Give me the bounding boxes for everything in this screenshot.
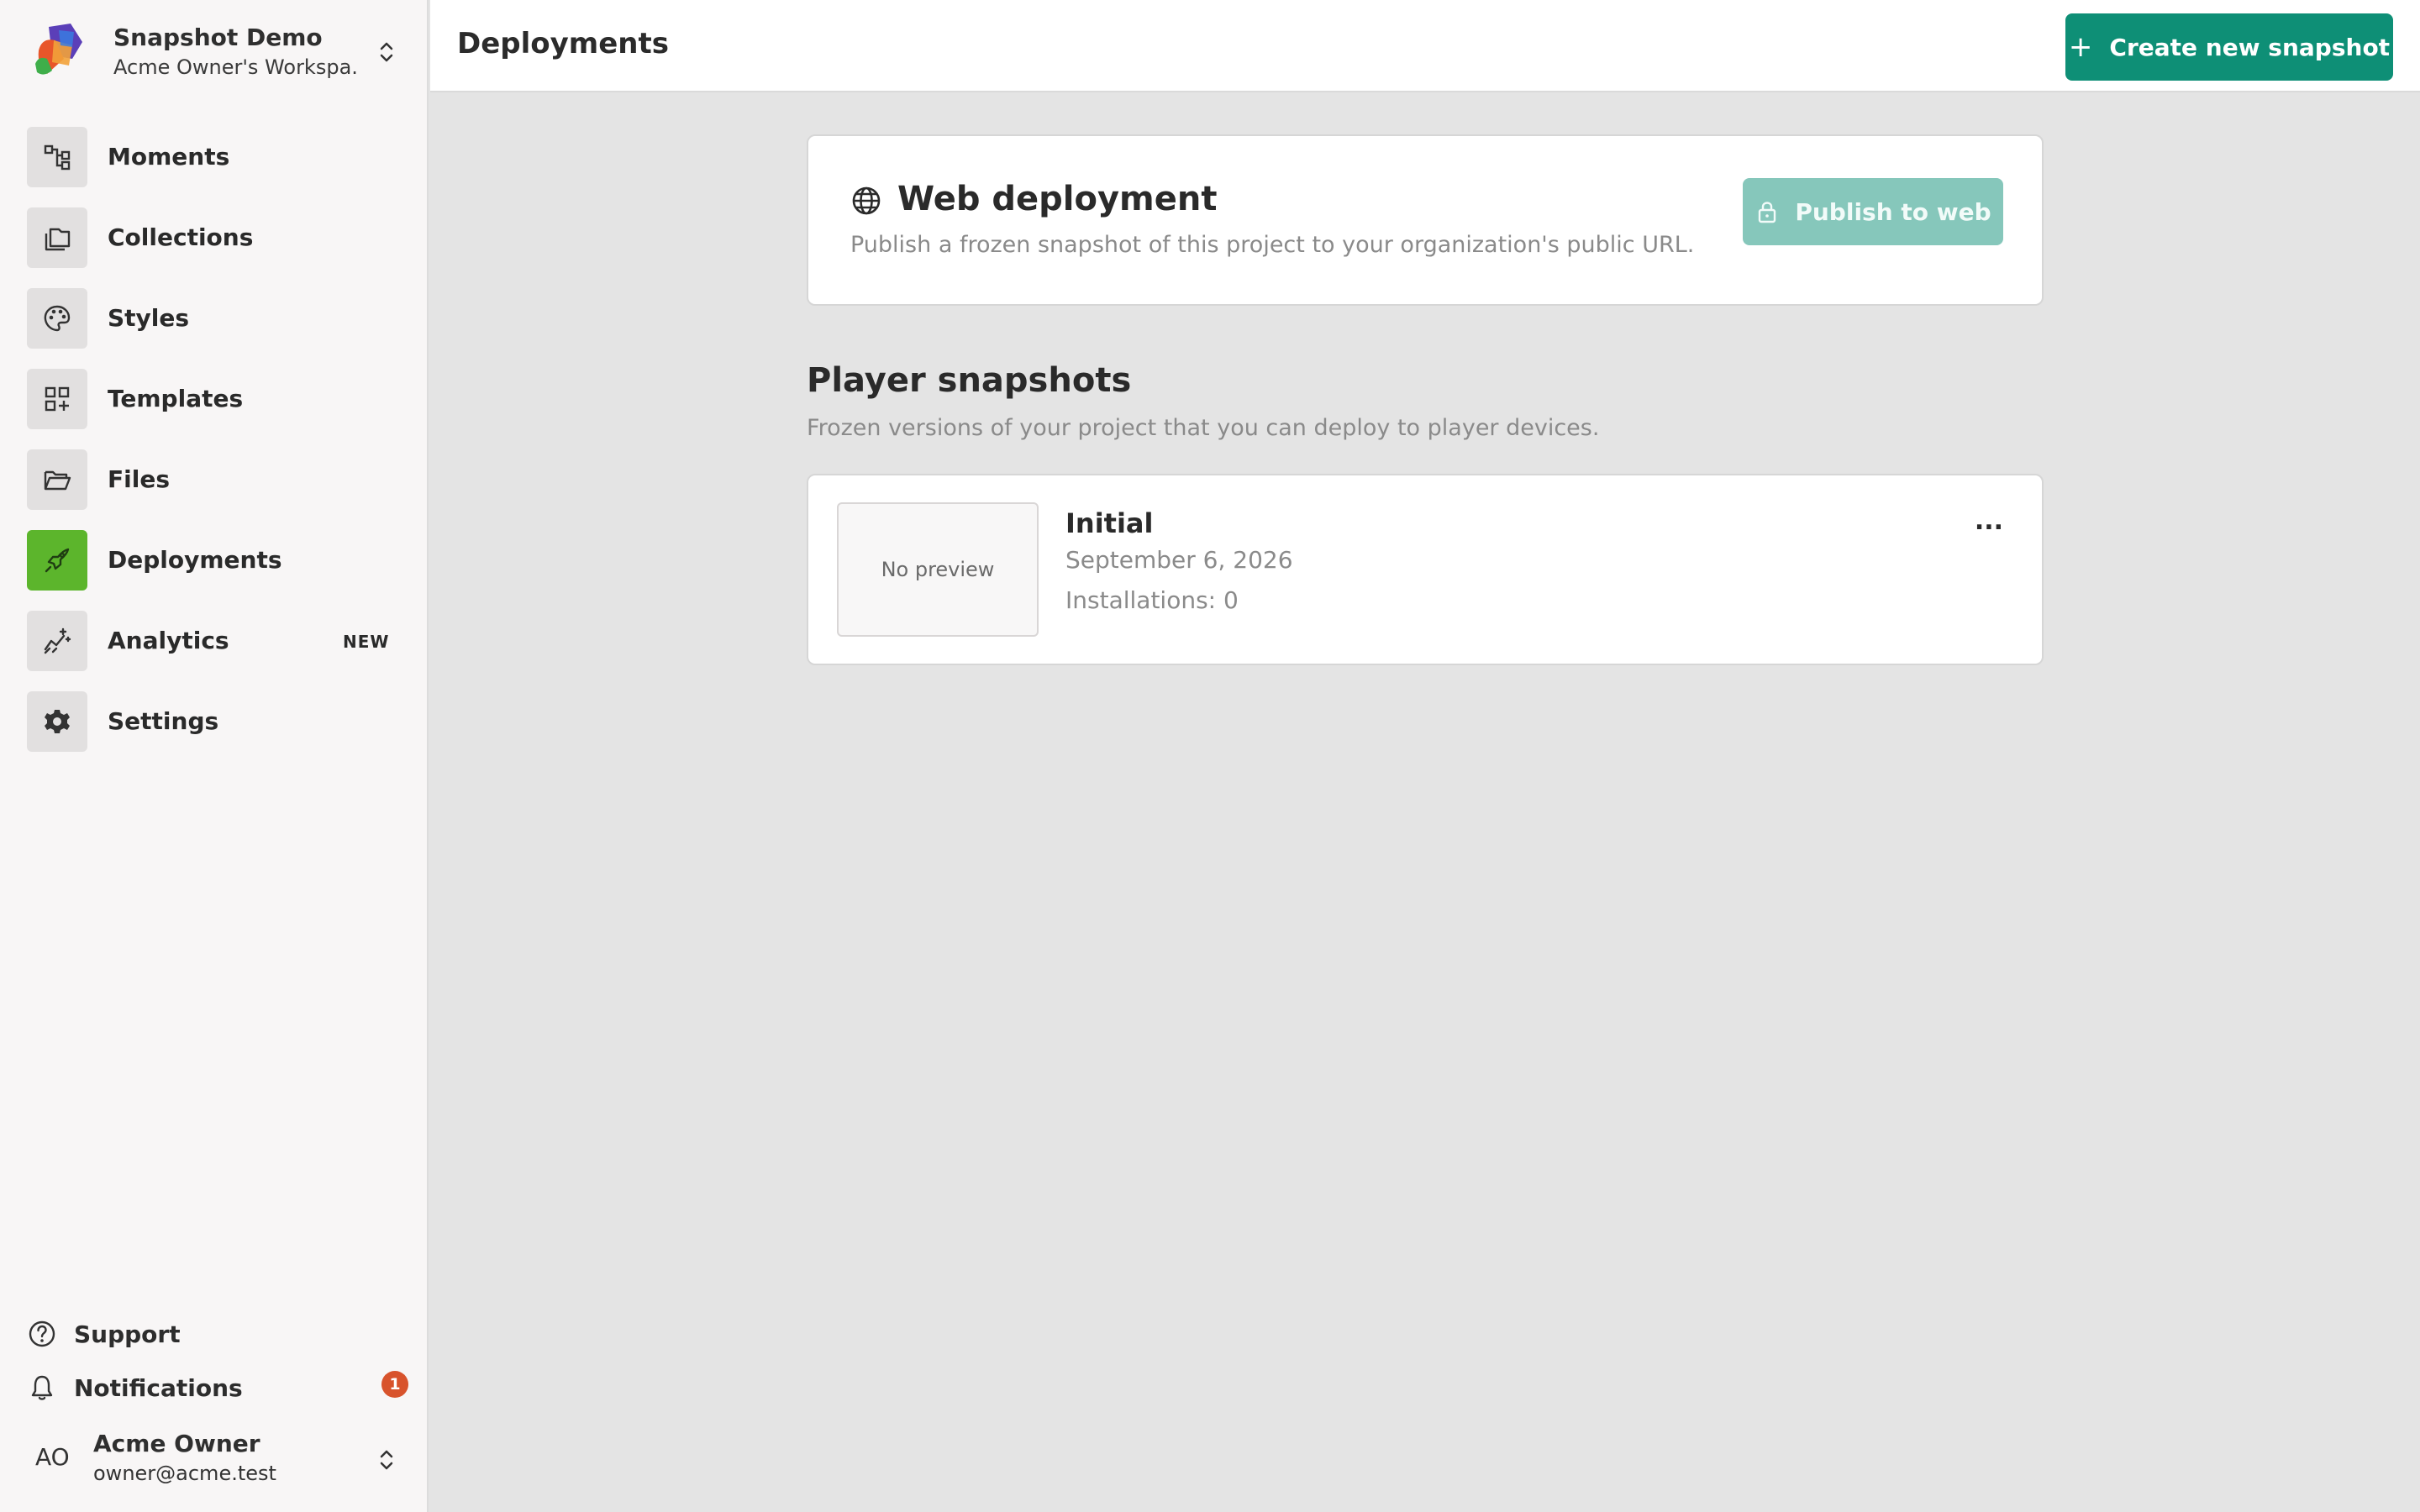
snapshot-installations: Installations: 0	[1065, 586, 1239, 614]
more-options-icon[interactable]: ...	[1968, 509, 2010, 543]
lock-icon	[1759, 202, 1776, 223]
sidebar-item-templates[interactable]: Templates	[0, 366, 429, 447]
sidebar-item-styles[interactable]: Styles	[0, 286, 429, 366]
snapshot-preview: No preview	[837, 502, 1039, 637]
gear-icon	[27, 691, 87, 752]
support-link[interactable]: Support	[27, 1317, 397, 1351]
snapshot-date: September 6, 2026	[1065, 546, 1293, 574]
support-label: Support	[74, 1320, 181, 1348]
sidebar-item-label: Deployments	[108, 546, 282, 574]
user-email: owner@acme.test	[93, 1462, 276, 1485]
sidebar-nav: Moments Collections Styles Templates Fil…	[0, 124, 429, 769]
new-badge: NEW	[343, 632, 390, 652]
sidebar-item-settings[interactable]: Settings	[0, 689, 429, 769]
web-deployment-title: Web deployment	[897, 180, 1218, 218]
sidebar-item-label: Analytics	[108, 627, 229, 654]
user-menu[interactable]: AO Acme Owner owner@acme.test	[0, 1420, 429, 1500]
collections-icon	[27, 207, 87, 268]
sidebar-item-analytics[interactable]: Analytics NEW	[0, 608, 429, 689]
sidebar-item-label: Settings	[108, 707, 219, 735]
snapshot-card[interactable]: No preview Initial September 6, 2026 Ins…	[807, 474, 2044, 665]
avatar: AO	[35, 1443, 70, 1471]
moments-icon	[27, 127, 87, 187]
sidebar-item-moments[interactable]: Moments	[0, 124, 429, 205]
templates-icon	[27, 369, 87, 429]
create-snapshot-button[interactable]: + Create new snapshot	[2065, 13, 2393, 81]
web-deployment-card: Web deployment Publish a frozen snapshot…	[807, 134, 2044, 306]
player-snapshots-title: Player snapshots	[807, 361, 1132, 400]
create-snapshot-label: Create new snapshot	[2109, 33, 2391, 61]
chevron-updown-icon[interactable]	[374, 37, 399, 67]
workspace-switcher[interactable]: Snapshot Demo Acme Owner's Workspa...	[0, 0, 429, 101]
sidebar-item-label: Files	[108, 465, 170, 493]
sidebar-item-label: Collections	[108, 223, 254, 251]
analytics-icon	[27, 611, 87, 671]
workspace-owner: Acme Owner's Workspa...	[113, 55, 357, 79]
user-name: Acme Owner	[93, 1430, 260, 1457]
bell-icon	[31, 1375, 53, 1400]
web-deployment-description: Publish a frozen snapshot of this projec…	[850, 232, 1695, 258]
notification-count-badge: 1	[381, 1371, 408, 1398]
snapshot-name: Initial	[1065, 507, 1154, 539]
sidebar-item-label: Templates	[108, 385, 244, 412]
player-snapshots-description: Frozen versions of your project that you…	[807, 415, 1600, 441]
top-bar: Deployments + Create new snapshot	[430, 0, 2420, 92]
rocket-icon	[27, 530, 87, 591]
publish-to-web-label: Publish to web	[1795, 197, 1991, 226]
workspace-name: Snapshot Demo	[113, 24, 323, 51]
palette-icon	[27, 288, 87, 349]
notifications-link[interactable]: Notifications 1	[27, 1371, 413, 1404]
globe-icon	[852, 186, 881, 215]
plus-icon: +	[2068, 30, 2093, 64]
sidebar-item-label: Styles	[108, 304, 190, 332]
folder-icon	[27, 449, 87, 510]
sidebar: Snapshot Demo Acme Owner's Workspa... Mo…	[0, 0, 429, 1512]
notifications-label: Notifications	[74, 1374, 243, 1402]
page-title: Deployments	[457, 27, 669, 60]
sidebar-item-label: Moments	[108, 143, 230, 171]
publish-to-web-button[interactable]: Publish to web	[1743, 178, 2003, 245]
sidebar-item-collections[interactable]: Collections	[0, 205, 429, 286]
sidebar-item-deployments[interactable]: Deployments	[0, 528, 429, 608]
app-logo	[35, 24, 82, 75]
help-icon	[29, 1320, 55, 1347]
chevron-updown-icon[interactable]	[374, 1445, 399, 1475]
sidebar-item-files[interactable]: Files	[0, 447, 429, 528]
